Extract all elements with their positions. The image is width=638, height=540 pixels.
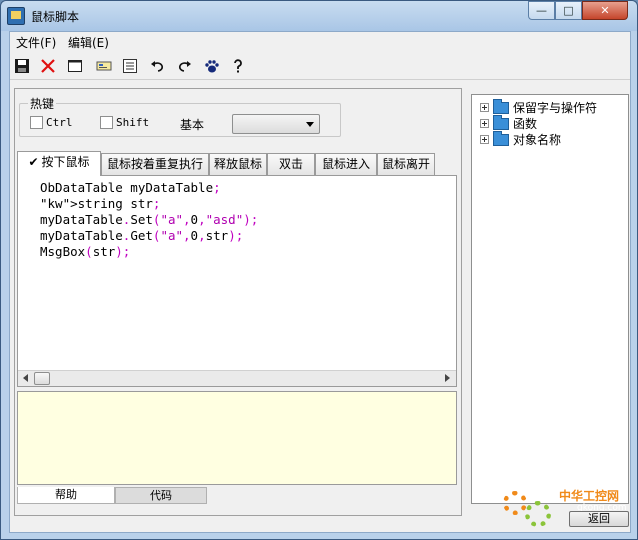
new-icon[interactable] (65, 56, 85, 76)
close-button[interactable]: ✕ (582, 1, 628, 20)
tab-code[interactable]: 代码 (115, 487, 207, 504)
tab-mouse-enter[interactable]: 鼠标进入 (315, 153, 377, 175)
expand-icon[interactable] (480, 119, 489, 128)
tab-label: 双击 (278, 157, 303, 171)
code-line: MsgBox(str); (40, 244, 131, 259)
tree-item-label: 函数 (513, 117, 538, 131)
scroll-left-icon[interactable] (23, 374, 28, 382)
menu-file[interactable]: 文件(F) (16, 34, 56, 51)
window-title: 鼠标脚本 (31, 10, 80, 24)
tab-help[interactable]: 帮助 (17, 487, 115, 504)
save-icon[interactable] (12, 56, 32, 76)
delete-icon[interactable] (38, 56, 58, 76)
expand-icon[interactable] (480, 135, 489, 144)
main-window: 鼠标脚本 — □ ✕ 文件(F) 编辑(E) 热键 Ctrl Shift 基本 … (0, 0, 638, 540)
scrollbar-thumb[interactable] (34, 372, 50, 385)
ctrl-checkbox-label: Ctrl (46, 116, 73, 129)
redo-icon[interactable] (174, 56, 194, 76)
shift-checkbox-label: Shift (116, 116, 150, 129)
watermark-brand: 中华工控网 (559, 489, 620, 503)
folder-icon (493, 114, 509, 130)
hotkey-group: 热键 Ctrl Shift 基本 (19, 95, 341, 137)
chevron-down-icon (306, 122, 314, 127)
tree-item-label: 对象名称 (513, 133, 562, 147)
code-line: "kw">string str; (40, 196, 161, 211)
maximize-button[interactable]: □ (555, 1, 582, 20)
tree-item-object-names[interactable]: 对象名称 (480, 130, 562, 148)
tree-item-functions[interactable]: 函数 (480, 114, 538, 132)
app-icon (7, 7, 25, 25)
paw-icon[interactable] (202, 56, 222, 76)
back-button[interactable]: 返回 (569, 511, 629, 527)
code-line: ObDataTable myDataTable; (40, 180, 221, 195)
client-area: 文件(F) 编辑(E) 热键 Ctrl Shift 基本 ✔ 按下鼠标 鼠标按着… (9, 31, 631, 533)
expand-icon[interactable] (480, 103, 489, 112)
tree-item-label: 保留字与操作符 (513, 101, 598, 115)
tab-label: 鼠标离开 (381, 157, 430, 171)
script-panel: 热键 Ctrl Shift 基本 ✔ 按下鼠标 鼠标按着重复执行 释放鼠标 双击… (14, 88, 462, 516)
horizontal-scrollbar[interactable] (18, 370, 456, 386)
basic-key-label: 基本 (180, 118, 205, 132)
bottom-tabs: 帮助 代码 (17, 487, 457, 505)
tab-label: 鼠标按着重复执行 (106, 157, 203, 171)
code-editor[interactable]: ObDataTable myDataTable; "kw">string str… (17, 175, 457, 387)
properties-icon[interactable] (120, 56, 140, 76)
tab-mouse-up[interactable]: 释放鼠标 (209, 153, 267, 175)
ctrl-checkbox[interactable]: Ctrl (30, 116, 73, 129)
tab-label: 释放鼠标 (213, 157, 262, 171)
help-icon[interactable] (228, 56, 248, 76)
check-icon: ✔ (28, 155, 39, 169)
minimize-button[interactable]: — (528, 1, 555, 20)
basic-key-select[interactable] (232, 114, 320, 134)
rename-icon[interactable] (94, 56, 114, 76)
code-line: myDataTable.Set("a",0,"asd"); (40, 212, 259, 227)
tab-label: 按下鼠标 (41, 155, 90, 169)
tab-double-click[interactable]: 双击 (267, 153, 315, 175)
gear-icon (503, 491, 527, 515)
folder-icon (493, 130, 509, 146)
tab-mouse-down[interactable]: ✔ 按下鼠标 (17, 151, 101, 176)
hotkey-group-label: 热键 (28, 95, 57, 112)
toolbar (10, 52, 630, 80)
folder-open-icon (493, 98, 509, 114)
tab-mouse-leave[interactable]: 鼠标离开 (377, 153, 435, 175)
event-tabs: ✔ 按下鼠标 鼠标按着重复执行 释放鼠标 双击 鼠标进入 鼠标离开 (17, 151, 457, 176)
undo-icon[interactable] (148, 56, 168, 76)
tab-label: 鼠标进入 (321, 157, 370, 171)
reference-tree: 保留字与操作符 函数 对象名称 (471, 94, 629, 504)
code-line: myDataTable.Get("a",0,str); (40, 228, 244, 243)
tree-item-keywords[interactable]: 保留字与操作符 (480, 98, 598, 116)
gear-icon (525, 501, 551, 527)
menu-bar: 文件(F) 编辑(E) (10, 32, 630, 52)
scroll-right-icon[interactable] (445, 374, 450, 382)
ctrl-checkbox-box[interactable] (30, 116, 43, 129)
tab-mouse-hold-repeat[interactable]: 鼠标按着重复执行 (101, 153, 209, 175)
shift-checkbox-box[interactable] (100, 116, 113, 129)
code-content[interactable]: ObDataTable myDataTable; "kw">string str… (40, 180, 258, 260)
menu-edit[interactable]: 编辑(E) (68, 34, 109, 51)
help-panel (17, 391, 457, 485)
title-bar[interactable]: 鼠标脚本 — □ ✕ (1, 1, 637, 31)
shift-checkbox[interactable]: Shift (100, 116, 149, 129)
